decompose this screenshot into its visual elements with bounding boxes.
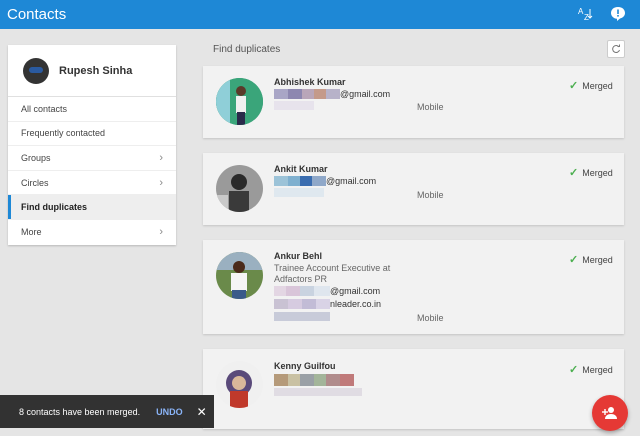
sort-az-icon: A Z [578,7,593,22]
merged-status: ✓ Merged [569,364,613,376]
app-title: Contacts [7,6,67,23]
merged-status: ✓ Merged [569,167,613,179]
close-icon[interactable]: ✕ [197,405,207,419]
chevron-right-icon: › [159,176,163,189]
contact-email: @gmail.com [274,286,380,296]
check-icon: ✓ [569,80,579,92]
contact-email: @gmail.com [274,89,390,99]
sidebar-item-label: Find duplicates [21,202,88,213]
email-suffix: nleader.co.in [330,299,382,309]
contact-email: @gmail.com [274,176,376,186]
redacted-block [274,312,330,321]
avatar [216,361,263,408]
merged-status: ✓ Merged [569,254,613,266]
snackbar-message: 8 contacts have been merged. [19,406,141,417]
add-contact-button[interactable] [592,395,628,431]
phone-type: Mobile [417,313,444,323]
refresh-button[interactable] [607,40,625,58]
sidebar-item-label: Circles [21,177,49,188]
sidebar-item-label: Groups [21,152,51,163]
phone-type: Mobile [417,102,444,112]
redacted-block [274,188,324,197]
contact-card[interactable]: Ankur Behl Trainee Account Executive at … [203,240,624,334]
contact-email [274,374,354,386]
contact-card[interactable]: Kenny Guilfou ✓ Merged [203,349,624,429]
phone-type: Mobile [417,190,444,200]
check-icon: ✓ [569,167,579,179]
sidebar-item-groups[interactable]: Groups › [8,146,176,171]
check-icon: ✓ [569,364,579,376]
check-icon: ✓ [569,254,579,266]
avatar [216,252,263,299]
undo-button[interactable]: UNDO [156,407,183,417]
avatar [216,78,263,125]
contact-email-secondary: nleader.co.in [274,299,381,309]
sidebar-item-frequently-contacted[interactable]: Frequently contacted [8,122,176,147]
sidebar-item-circles[interactable]: Circles › [8,171,176,196]
email-suffix: @gmail.com [330,286,381,296]
refresh-icon [612,44,620,54]
contact-name: Ankit Kumar [274,164,328,174]
contact-name: Ankur Behl [274,251,323,261]
contact-card[interactable]: Ankit Kumar @gmail.com Mobile ✓ Merged [203,153,624,225]
feedback-icon [611,7,625,21]
merged-status: ✓ Merged [569,80,613,92]
contact-name: Abhishek Kumar [274,77,346,87]
sort-az-button[interactable]: A Z [575,6,595,24]
sidebar-item-all-contacts[interactable]: All contacts [8,97,176,122]
sidebar: Rupesh Sinha All contacts Frequently con… [8,45,176,245]
add-person-icon [602,407,617,419]
section-title: Find duplicates [213,44,281,55]
sidebar-item-label: Frequently contacted [21,128,106,139]
contact-name: Kenny Guilfou [274,361,336,371]
redacted-block [274,101,314,110]
user-name: Rupesh Sinha [59,64,133,77]
redacted-block [274,388,362,396]
email-suffix: @gmail.com [326,176,377,186]
sidebar-item-label: More [21,227,42,238]
avatar [23,57,49,84]
user-profile[interactable]: Rupesh Sinha [8,45,176,97]
snackbar: 8 contacts have been merged. UNDO ✕ [0,395,214,428]
email-suffix: @gmail.com [340,89,391,99]
avatar [216,165,263,212]
svg-text:Z: Z [584,13,589,22]
chevron-right-icon: › [159,226,163,239]
top-app-bar: Contacts [0,0,640,29]
sidebar-item-find-duplicates[interactable]: Find duplicates [8,195,176,220]
feedback-button[interactable] [609,5,627,23]
sidebar-item-label: All contacts [21,103,68,114]
chevron-right-icon: › [159,151,163,164]
contact-title: Trainee Account Executive at Adfactors P… [274,263,391,284]
contact-card[interactable]: Abhishek Kumar @gmail.com Mobile ✓ Merge… [203,66,624,138]
sidebar-item-more[interactable]: More › [8,220,176,245]
